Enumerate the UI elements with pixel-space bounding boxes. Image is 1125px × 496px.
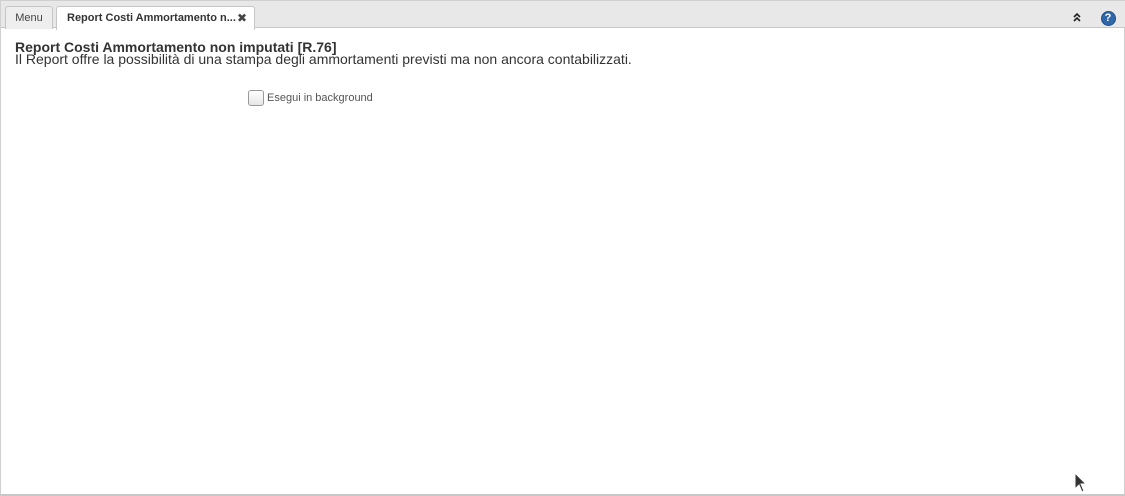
close-icon[interactable]: ✖: [237, 7, 247, 29]
help-icon-glyph: ?: [1104, 11, 1112, 24]
tab-report-label: Report Costi Ammortamento n...: [67, 12, 236, 24]
page-description: Il Report offre la possibilità di una st…: [15, 51, 632, 67]
collapse-button[interactable]: [1070, 10, 1084, 24]
tab-menu[interactable]: Menu: [5, 6, 53, 29]
background-option[interactable]: Esegui in background: [248, 90, 373, 106]
double-chevron-up-icon: [1073, 12, 1081, 22]
tab-bar: Menu Report Costi Ammortamento n... ✖ ?: [1, 0, 1125, 30]
tab-report[interactable]: Report Costi Ammortamento n... ✖: [56, 6, 255, 30]
help-button[interactable]: ?: [1100, 10, 1116, 26]
help-icon: ?: [1100, 10, 1116, 26]
background-checkbox[interactable]: [248, 90, 264, 106]
application-window: Menu Report Costi Ammortamento n... ✖ ? …: [0, 0, 1125, 496]
tab-menu-label: Menu: [15, 12, 43, 24]
mouse-cursor-icon: [1074, 472, 1088, 493]
background-checkbox-label[interactable]: Esegui in background: [267, 92, 373, 104]
